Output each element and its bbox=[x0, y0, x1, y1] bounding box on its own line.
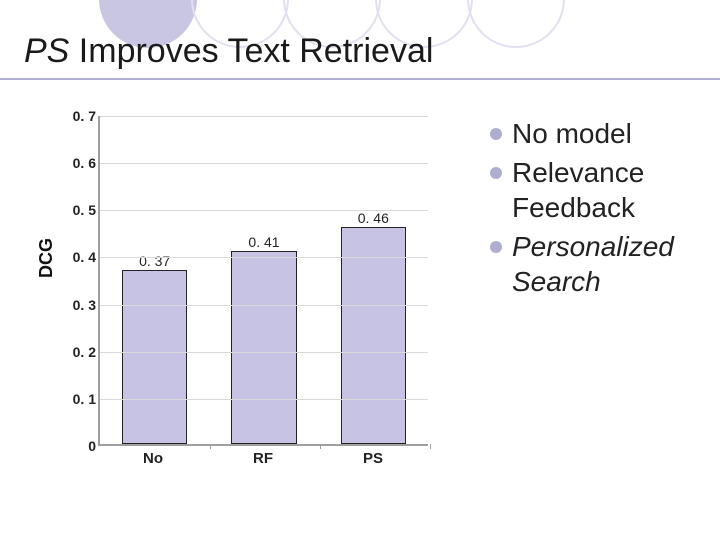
bullet-item: Relevance Feedback bbox=[490, 155, 700, 225]
bullet-item: Personalized Search bbox=[490, 229, 700, 299]
grid-line bbox=[100, 163, 428, 164]
chart: DCG 0. 370. 410. 46 00. 10. 20. 30. 40. … bbox=[40, 108, 450, 520]
grid-line bbox=[100, 257, 428, 258]
y-tick-label: 0 bbox=[66, 438, 96, 454]
y-tick-label: 0. 7 bbox=[66, 108, 96, 124]
grid-line bbox=[100, 305, 428, 306]
bullet-item: No model bbox=[490, 116, 700, 151]
grid-line bbox=[100, 352, 428, 353]
grid-line bbox=[100, 210, 428, 211]
bars-container: 0. 37 0. 41 0. 46 bbox=[100, 116, 428, 444]
bar-slot: 0. 46 bbox=[319, 116, 428, 444]
title-prefix: PS bbox=[24, 32, 69, 70]
bullet-text: No model bbox=[512, 116, 632, 151]
bar-slot: 0. 41 bbox=[209, 116, 318, 444]
content: DCG 0. 370. 410. 46 00. 10. 20. 30. 40. … bbox=[40, 108, 700, 520]
x-tick-label: RF bbox=[208, 450, 318, 467]
y-tick-label: 0. 6 bbox=[66, 155, 96, 171]
y-tick-label: 0. 5 bbox=[66, 202, 96, 218]
plot-area: 0. 37 0. 41 0. 46 bbox=[98, 116, 428, 446]
y-axis-label: DCG bbox=[36, 238, 57, 278]
y-tick-label: 0. 2 bbox=[66, 344, 96, 360]
x-tick-mark bbox=[210, 444, 211, 449]
bullet-text: Relevance Feedback bbox=[512, 155, 700, 225]
x-tick-mark bbox=[430, 444, 431, 449]
y-tick-label: 0. 4 bbox=[66, 249, 96, 265]
bullet-list: No model Relevance FeedbackPersonalized S… bbox=[450, 108, 700, 520]
grid-line bbox=[100, 399, 428, 400]
bullet-dot-icon bbox=[490, 128, 502, 140]
y-tick-label: 0. 3 bbox=[66, 297, 96, 313]
title-rest: Improves Text Retrieval bbox=[69, 32, 433, 70]
grid-line bbox=[100, 116, 428, 117]
page-title: PS Improves Text Retrieval bbox=[24, 32, 433, 71]
bar-value-label: 0. 41 bbox=[248, 234, 279, 250]
x-tick-label: PS bbox=[318, 450, 428, 467]
bullet-text: Personalized Search bbox=[512, 229, 700, 299]
slide: PS Improves Text Retrieval DCG 0. 37 0. 4… bbox=[0, 0, 720, 540]
title-underline bbox=[0, 78, 720, 80]
bar: 0. 46 bbox=[341, 227, 407, 444]
x-tick-mark bbox=[320, 444, 321, 449]
bar: 0. 41 bbox=[231, 251, 297, 444]
bar: 0. 37 bbox=[122, 270, 188, 444]
bar-value-label: 0. 37 bbox=[139, 253, 170, 269]
x-tick-label: No bbox=[98, 450, 208, 467]
bar-value-label: 0. 46 bbox=[358, 210, 389, 226]
bullet-dot-icon bbox=[490, 167, 502, 179]
bullet-dot-icon bbox=[490, 241, 502, 253]
bar-slot: 0. 37 bbox=[100, 116, 209, 444]
y-tick-label: 0. 1 bbox=[66, 391, 96, 407]
circle-icon bbox=[467, 0, 565, 48]
